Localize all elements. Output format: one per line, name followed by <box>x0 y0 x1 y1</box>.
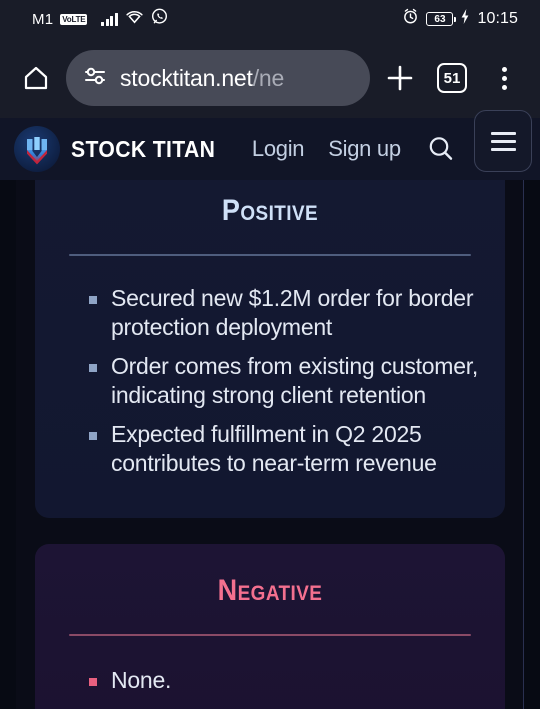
url-text: stocktitan.net/ne <box>120 65 284 92</box>
hamburger-menu-icon[interactable] <box>474 110 532 172</box>
negative-title: Negative <box>217 574 323 607</box>
mobile-browser-screen: M1 VoLTE 63 10:15 stocktitan.net/ne 51 S… <box>0 0 540 709</box>
status-bar: M1 VoLTE 63 10:15 <box>0 0 540 38</box>
status-bar-right: 63 10:15 <box>402 8 518 30</box>
list-item: None. <box>89 666 479 695</box>
negative-divider <box>69 634 471 636</box>
signup-link[interactable]: Sign up <box>328 136 401 162</box>
battery-percent: 63 <box>434 13 446 25</box>
login-link[interactable]: Login <box>252 136 305 162</box>
page-content: Positive Secured new $1.2M order for bor… <box>0 180 540 709</box>
site-logo-link[interactable]: STOCK TITAN <box>14 126 228 172</box>
negative-card: Negative None. <box>35 544 505 709</box>
tab-count-badge: 51 <box>437 63 467 93</box>
url-domain: stocktitan.net <box>120 64 253 91</box>
positive-bullet-list: Secured new $1.2M order for border prote… <box>61 284 479 478</box>
negative-bullet-list: None. <box>61 666 479 695</box>
stock-titan-logo-icon <box>14 126 60 172</box>
new-tab-button[interactable] <box>378 56 422 100</box>
battery-indicator: 63 <box>426 12 457 26</box>
site-header: STOCK TITAN Login Sign up <box>0 110 540 180</box>
address-bar[interactable]: stocktitan.net/ne <box>66 50 370 106</box>
whatsapp-icon <box>151 8 168 30</box>
alarm-icon <box>402 8 419 30</box>
site-nav: Login Sign up <box>252 136 401 162</box>
url-path: /ne <box>252 64 285 91</box>
tab-switcher-button[interactable]: 51 <box>430 56 474 100</box>
positive-title: Positive <box>221 194 319 227</box>
positive-divider <box>69 254 471 256</box>
tune-icon[interactable] <box>82 63 108 94</box>
volte-badge: VoLTE <box>60 13 88 25</box>
browser-toolbar: stocktitan.net/ne 51 <box>0 38 540 118</box>
kebab-menu-icon[interactable] <box>482 56 526 100</box>
status-bar-left: M1 VoLTE <box>32 8 168 30</box>
charging-bolt-icon <box>460 8 470 30</box>
wifi-icon <box>125 9 144 29</box>
positive-card: Positive Secured new $1.2M order for bor… <box>35 180 505 518</box>
sentiment-sections: Positive Secured new $1.2M order for bor… <box>0 180 540 709</box>
search-icon[interactable] <box>421 129 461 169</box>
home-icon[interactable] <box>14 56 58 100</box>
site-brand-label: STOCK TITAN <box>71 135 216 162</box>
signal-bars-icon <box>101 12 118 26</box>
list-item: Order comes from existing customer, indi… <box>89 352 479 410</box>
list-item: Secured new $1.2M order for border prote… <box>89 284 479 342</box>
carrier-label: M1 <box>32 10 54 28</box>
list-item: Expected fulfillment in Q2 2025 contribu… <box>89 420 479 478</box>
clock-label: 10:15 <box>477 10 518 27</box>
